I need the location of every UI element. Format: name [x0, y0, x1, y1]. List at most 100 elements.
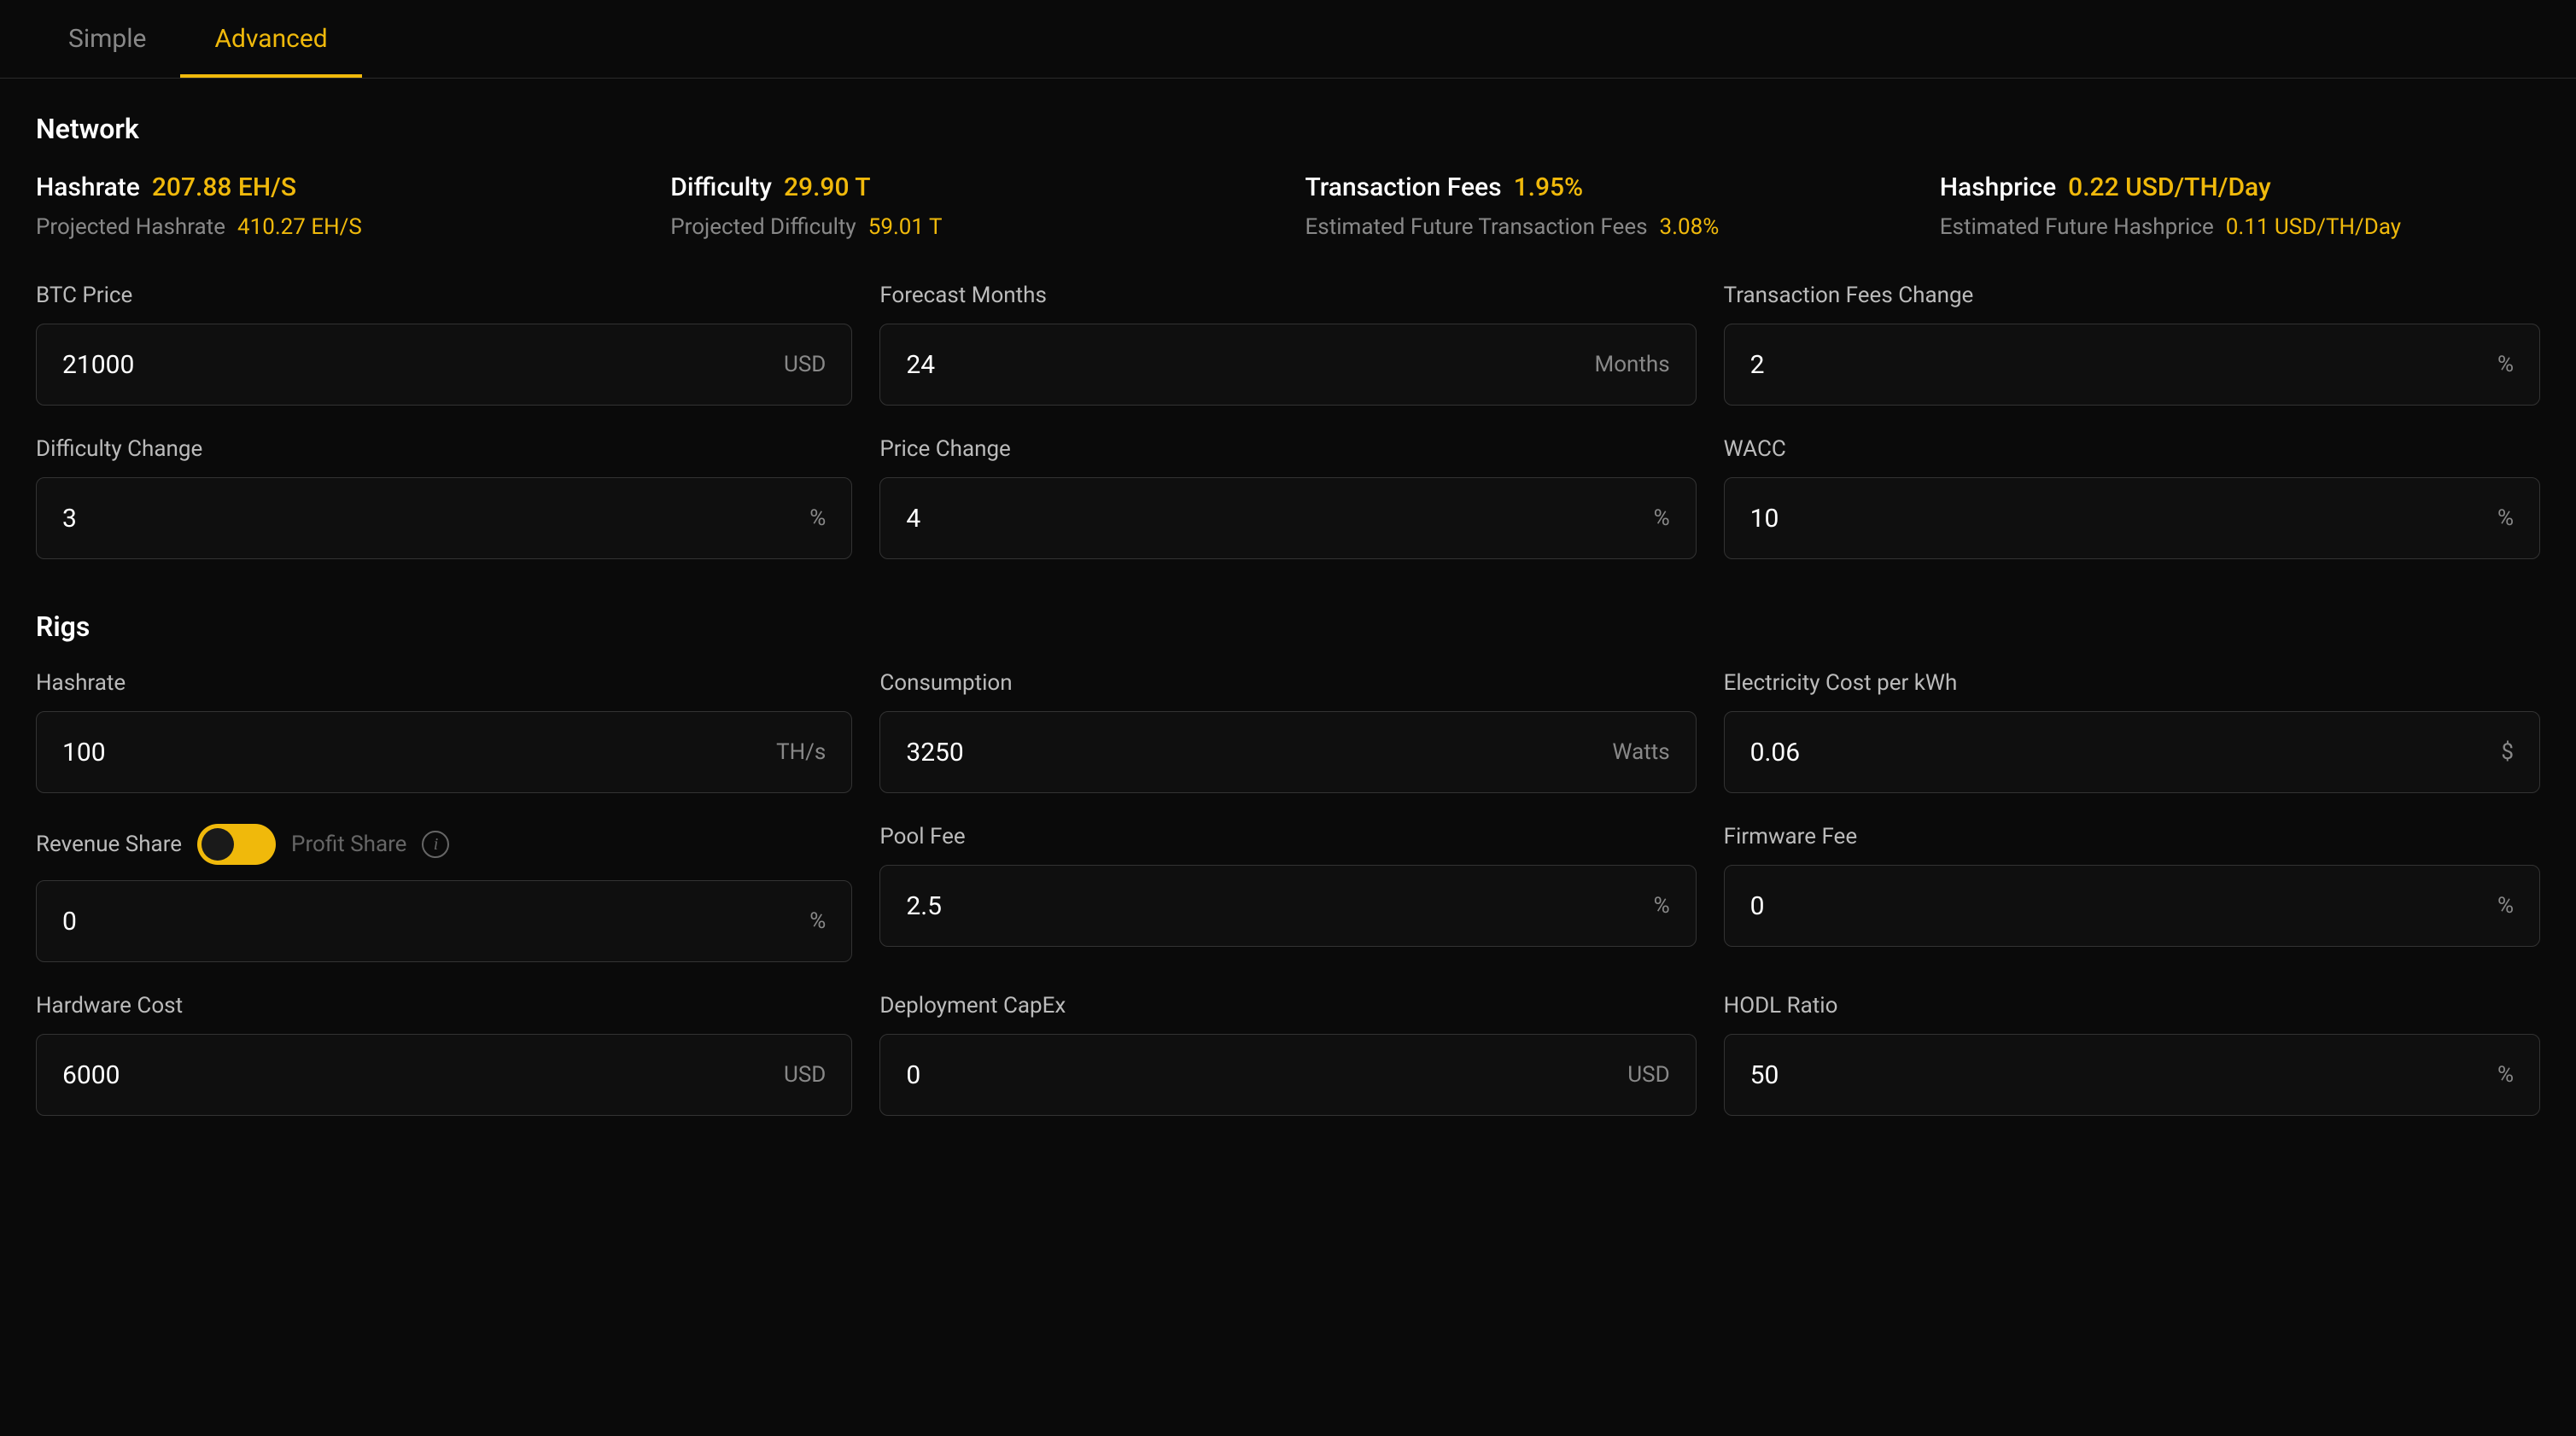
field-btc-price: BTC Price USD — [36, 283, 852, 406]
input-wrap[interactable]: TH/s — [36, 711, 852, 793]
field-label: Hardware Cost — [36, 993, 852, 1019]
wacc-input[interactable] — [1750, 504, 2487, 534]
input-wrap[interactable]: % — [879, 477, 1696, 559]
stat-sub-value: 59.01 T — [868, 214, 943, 240]
stat-label: Hashrate — [36, 172, 140, 202]
input-suffix: USD — [784, 1062, 826, 1088]
input-suffix: USD — [1627, 1062, 1669, 1088]
field-price-change: Price Change % — [879, 436, 1696, 559]
field-hodl-ratio: HODL Ratio % — [1724, 993, 2540, 1116]
input-wrap[interactable]: USD — [36, 324, 852, 406]
tabs-bar: Simple Advanced — [0, 0, 2576, 79]
field-label: Consumption — [879, 670, 1696, 696]
deployment-capex-input[interactable] — [906, 1060, 1617, 1090]
field-consumption: Consumption Watts — [879, 670, 1696, 793]
stat-label: Transaction Fees — [1306, 172, 1502, 202]
field-label: WACC — [1724, 436, 2540, 462]
stat-label: Hashprice — [1940, 172, 2056, 202]
info-icon[interactable]: i — [422, 831, 449, 858]
stat-value: 1.95% — [1514, 172, 1584, 202]
stat-value: 29.90 T — [784, 172, 871, 202]
section-title-rigs: Rigs — [36, 610, 2540, 643]
field-revenue-share: Revenue Share Profit Share i % — [36, 824, 852, 962]
rig-hashrate-input[interactable] — [62, 738, 766, 768]
stat-hashprice: Hashprice 0.22 USD/TH/Day Estimated Futu… — [1940, 172, 2540, 240]
field-label: Revenue Share — [36, 832, 182, 857]
field-label: Hashrate — [36, 670, 852, 696]
network-stats-row: Hashrate 207.88 EH/S Projected Hashrate … — [36, 172, 2540, 240]
hardware-cost-input[interactable] — [62, 1060, 774, 1090]
field-firmware-fee: Firmware Fee % — [1724, 824, 2540, 962]
forecast-months-input[interactable] — [906, 350, 1584, 380]
input-suffix: % — [1654, 505, 1670, 531]
stat-sub-value: 3.08% — [1660, 214, 1720, 240]
field-tx-fees-change: Transaction Fees Change % — [1724, 283, 2540, 406]
input-wrap[interactable]: Months — [879, 324, 1696, 406]
stat-sub-value: 410.27 EH/S — [237, 214, 362, 240]
input-suffix: % — [2497, 1062, 2514, 1088]
field-label: Difficulty Change — [36, 436, 852, 462]
field-pool-fee: Pool Fee % — [879, 824, 1696, 962]
stat-sub-value: 0.11 USD/TH/Day — [2226, 214, 2401, 240]
field-label: Forecast Months — [879, 283, 1696, 308]
pool-fee-input[interactable] — [906, 891, 1643, 921]
rigs-inputs: Hashrate TH/s Consumption Watts Electric… — [36, 670, 2540, 1116]
field-label: HODL Ratio — [1724, 993, 2540, 1019]
input-wrap[interactable]: USD — [879, 1034, 1696, 1116]
firmware-fee-input[interactable] — [1750, 891, 2487, 921]
field-label: Transaction Fees Change — [1724, 283, 2540, 308]
section-title-network: Network — [36, 113, 2540, 145]
stat-sub-label: Estimated Future Transaction Fees — [1306, 214, 1648, 240]
field-label: Firmware Fee — [1724, 824, 2540, 849]
tab-advanced[interactable]: Advanced — [180, 0, 361, 78]
field-difficulty-change: Difficulty Change % — [36, 436, 852, 559]
input-wrap[interactable]: Watts — [879, 711, 1696, 793]
input-suffix: % — [2497, 352, 2514, 377]
field-label-alt: Profit Share — [291, 832, 406, 857]
input-wrap[interactable]: $ — [1724, 711, 2540, 793]
input-wrap[interactable]: % — [1724, 865, 2540, 947]
input-suffix: % — [809, 505, 826, 531]
stat-hashrate: Hashrate 207.88 EH/S Projected Hashrate … — [36, 172, 636, 240]
difficulty-change-input[interactable] — [62, 504, 799, 534]
stat-label: Difficulty — [670, 172, 772, 202]
input-wrap[interactable]: % — [1724, 1034, 2540, 1116]
input-wrap[interactable]: USD — [36, 1034, 852, 1116]
tab-simple[interactable]: Simple — [34, 0, 180, 78]
stat-sub-label: Projected Hashrate — [36, 214, 225, 240]
input-wrap[interactable]: % — [36, 477, 852, 559]
field-label: Pool Fee — [879, 824, 1696, 849]
input-suffix: USD — [784, 352, 826, 377]
revenue-profit-toggle[interactable] — [197, 824, 276, 865]
input-wrap[interactable]: % — [1724, 324, 2540, 406]
input-suffix: % — [2497, 505, 2514, 531]
consumption-input[interactable] — [906, 738, 1602, 768]
field-label: BTC Price — [36, 283, 852, 308]
input-suffix: Watts — [1612, 739, 1669, 765]
btc-price-input[interactable] — [62, 350, 774, 380]
input-suffix: % — [2497, 893, 2514, 919]
input-suffix: TH/s — [776, 739, 826, 765]
input-suffix: Months — [1595, 352, 1670, 377]
stat-difficulty: Difficulty 29.90 T Projected Difficulty … — [670, 172, 1270, 240]
stat-sub-label: Estimated Future Hashprice — [1940, 214, 2214, 240]
input-suffix: % — [809, 908, 826, 934]
field-wacc: WACC % — [1724, 436, 2540, 559]
stat-tx-fees: Transaction Fees 1.95% Estimated Future … — [1306, 172, 1906, 240]
elec-cost-input[interactable] — [1750, 738, 2491, 768]
price-change-input[interactable] — [906, 504, 1643, 534]
input-suffix: $ — [2501, 739, 2514, 765]
toggle-knob — [202, 828, 234, 861]
field-rig-hashrate: Hashrate TH/s — [36, 670, 852, 793]
input-wrap[interactable]: % — [879, 865, 1696, 947]
tx-fees-change-input[interactable] — [1750, 350, 2487, 380]
hodl-ratio-input[interactable] — [1750, 1060, 2487, 1090]
input-wrap[interactable]: % — [1724, 477, 2540, 559]
input-suffix: % — [1654, 893, 1670, 919]
field-deployment-capex: Deployment CapEx USD — [879, 993, 1696, 1116]
revenue-share-input[interactable] — [62, 907, 799, 937]
input-wrap[interactable]: % — [36, 880, 852, 962]
field-label: Price Change — [879, 436, 1696, 462]
stat-sub-label: Projected Difficulty — [670, 214, 856, 240]
field-hardware-cost: Hardware Cost USD — [36, 993, 852, 1116]
